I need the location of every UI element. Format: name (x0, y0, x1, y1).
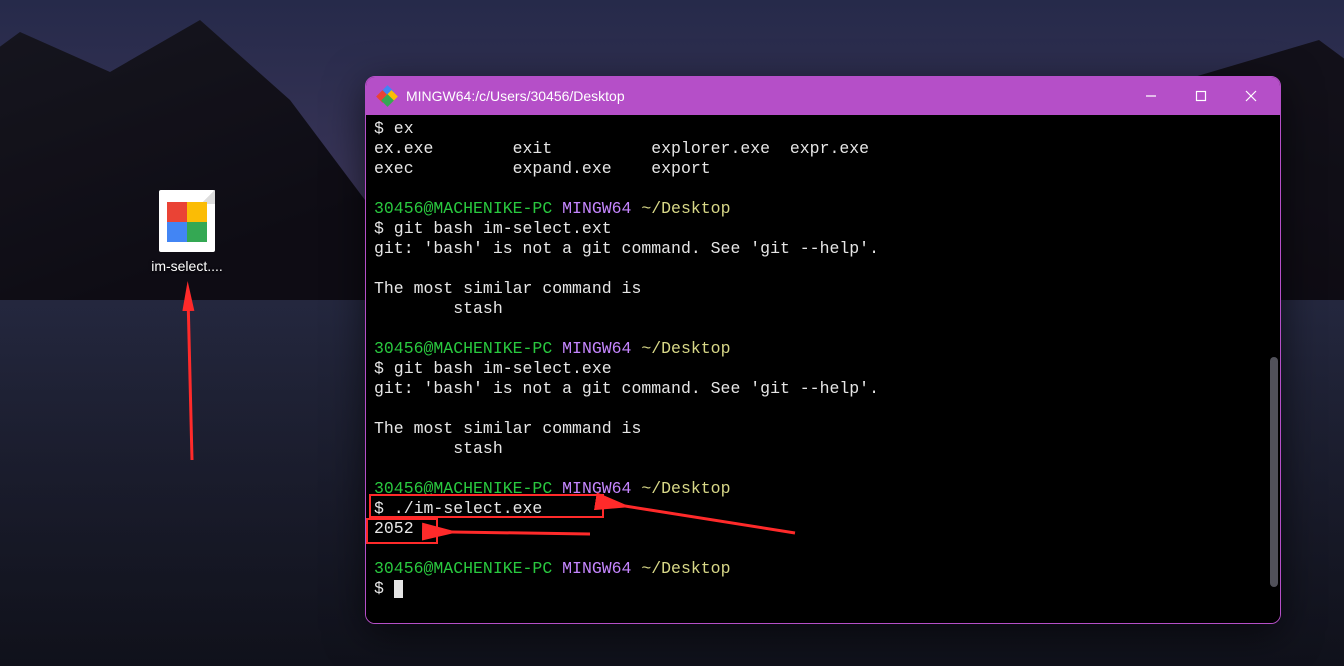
term-output-2052: 2052 (374, 519, 414, 538)
prompt-env: MINGW64 (552, 559, 631, 578)
prompt-env: MINGW64 (552, 339, 631, 358)
term-line: The most similar command is (374, 419, 641, 438)
term-command: $ git bash im-select.ext (374, 219, 612, 238)
term-line: git: 'bash' is not a git command. See 'g… (374, 379, 879, 398)
maximize-button[interactable] (1176, 77, 1226, 115)
prompt-user: 30456@MACHENIKE-PC (374, 559, 552, 578)
prompt-user: 30456@MACHENIKE-PC (374, 199, 552, 218)
prompt-path: ~/Desktop (631, 339, 730, 358)
prompt-env: MINGW64 (552, 199, 631, 218)
term-line: git: 'bash' is not a git command. See 'g… (374, 239, 879, 258)
terminal-output[interactable]: $ ex ex.exe exit explorer.exe expr.exe e… (366, 115, 1280, 623)
term-line: The most similar command is (374, 279, 641, 298)
term-command: $ git bash im-select.exe (374, 359, 612, 378)
term-line: stash (374, 439, 503, 458)
term-command-run: ./im-select.exe (384, 499, 542, 518)
term-command-dollar: $ (374, 499, 384, 518)
prompt-user: 30456@MACHENIKE-PC (374, 339, 552, 358)
minimize-button[interactable] (1126, 77, 1176, 115)
term-line: $ ex (374, 119, 414, 138)
term-line: exec expand.exe export (374, 159, 711, 178)
prompt-env: MINGW64 (552, 479, 631, 498)
term-line: ex.exe exit explorer.exe expr.exe (374, 139, 869, 158)
window-titlebar[interactable]: MINGW64:/c/Users/30456/Desktop (366, 77, 1280, 115)
term-line: stash (374, 299, 503, 318)
close-button[interactable] (1226, 77, 1276, 115)
file-icon (159, 190, 215, 252)
terminal-cursor (394, 580, 403, 598)
prompt-path: ~/Desktop (631, 199, 730, 218)
prompt-path: ~/Desktop (631, 479, 730, 498)
git-bash-icon (378, 87, 396, 105)
prompt-path: ~/Desktop (631, 559, 730, 578)
terminal-window: MINGW64:/c/Users/30456/Desktop $ ex ex.e… (365, 76, 1281, 624)
desktop-file-label: im-select.... (132, 258, 242, 274)
prompt-user: 30456@MACHENIKE-PC (374, 479, 552, 498)
prompt-dollar: $ (374, 579, 394, 598)
scrollbar-thumb[interactable] (1270, 357, 1278, 587)
window-title: MINGW64:/c/Users/30456/Desktop (406, 88, 1126, 104)
desktop-file-im-select[interactable]: im-select.... (132, 190, 242, 274)
